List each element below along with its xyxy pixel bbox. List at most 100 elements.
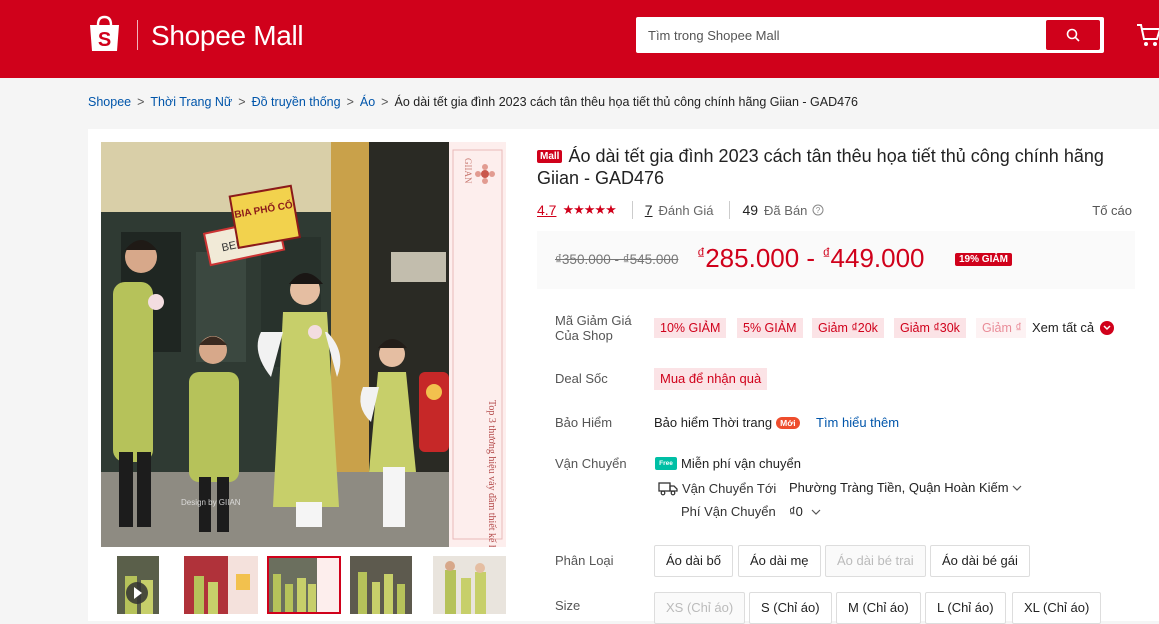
chevron-right-icon: > [346,95,354,109]
brand-vertical-text: GIIAN [463,158,473,184]
insurance-info: Bảo hiểm Thời trang Mới [654,415,800,430]
help-icon[interactable]: ? [812,204,824,216]
learn-more-link[interactable]: Tìm hiểu thêm [816,415,899,430]
see-all-vouchers[interactable]: Xem tất cả [1032,320,1115,335]
discount-badge: 19% GIẢM [955,253,1012,266]
free-shipping: Free Miễn phí vận chuyển [655,456,801,471]
deal-gift-button[interactable]: Mua để nhận quà [654,368,768,390]
breadcrumb: Shopee > Thời Trang Nữ > Đồ truyền thống > Áo >… [88,95,858,109]
size-m[interactable]: M (Chỉ áo) [836,592,921,624]
thumbnail-image [267,556,341,614]
size-s[interactable]: S (Chỉ áo) [749,592,832,624]
rating-value[interactable]: 4.7 [537,202,556,218]
search-icon [1066,28,1080,42]
price-low: 285.000 [705,243,800,273]
new-badge: Mới [776,416,800,429]
free-shipping-text: Miễn phí vận chuyển [681,456,801,471]
report-link[interactable]: Tố cáo [1092,203,1132,218]
variant-ao-dai-be-gai[interactable]: Áo dài bé gái [930,545,1030,577]
original-price: ₫350.000 - ₫545.000 [555,252,679,267]
ship-to-label: Vận Chuyển Tới [682,480,777,496]
voucher-20k[interactable]: Giảm ₫20k [812,318,884,338]
thumbnail-image [433,556,506,614]
deal-label: Deal Sốc [555,371,608,386]
voucher-30k[interactable]: Giảm ₫30k [894,318,966,338]
voucher-label: Mã Giảm Giá Của Shop [555,313,632,343]
chevron-right-icon: > [238,95,246,109]
product-title-text: Áo dài tết gia đình 2023 cách tân thêu h… [537,146,1104,188]
thumbnail-image [184,556,258,614]
breadcrumb-shopee[interactable]: Shopee [88,95,131,109]
shipping-location: Phường Tràng Tiền, Quận Hoàn Kiếm [789,480,1009,495]
divider [729,201,731,219]
thumbnail-image [350,556,412,614]
product-title: Mall Áo dài tết gia đình 2023 cách tân th… [537,145,1127,189]
variant-ao-dai-be-trai[interactable]: Áo dài bé trai [825,545,926,577]
thumbnail-image [117,556,159,614]
product-photo: BEER 23 BIA PHỐ CỔ [101,142,506,547]
size-xl[interactable]: XL (Chỉ áo) [1012,592,1102,624]
shipping-fee-dropdown[interactable]: ₫0 [789,504,821,519]
price-box: ₫350.000 - ₫545.000 ₫285.000 - ₫449.000 … [537,231,1135,289]
search-bar [636,17,1104,53]
see-all-label: Xem tất cả [1032,320,1095,335]
search-button[interactable] [1046,20,1100,50]
thumbnail-4[interactable] [350,556,412,614]
voucher-10-percent[interactable]: 10% GIẢM [654,318,727,338]
thumbnail-2[interactable] [184,556,258,614]
size-xs[interactable]: XS (Chỉ áo) [654,592,746,624]
shopee-mall-logo[interactable]: Shopee Mall [151,20,304,52]
svg-text:S: S [98,29,111,51]
truck-icon [658,482,678,496]
divider [631,201,633,219]
thumbnail-5[interactable] [433,556,506,614]
size-label: Size [555,598,581,613]
shipping-fee: ₫0 [789,504,803,519]
chevron-down-icon [1012,485,1022,491]
variant-label: Phân Loại [555,553,614,568]
sold-label: Đã Bán [764,202,808,218]
shipping-location-dropdown[interactable]: Phường Tràng Tiền, Quận Hoàn Kiếm [789,480,1022,495]
logo-separator [137,20,138,50]
breadcrumb-ao[interactable]: Áo [360,95,375,109]
rating-stars-icon: ★★★★★ [562,202,616,217]
watermark-text: Design by GIIAN [181,498,241,507]
thumbnail-video[interactable] [117,556,159,614]
site-header: S Shopee Mall [0,0,1159,78]
rating-row: 4.7 ★★★★★ 7 Đánh Giá 49 Đã Bán ? Tố cáo [537,200,1132,220]
free-shipping-icon: Free [655,457,677,470]
variant-ao-dai-me[interactable]: Áo dài mẹ [738,545,821,577]
thumbnail-strip [101,556,506,621]
product-main-image[interactable]: BEER 23 BIA PHỐ CỔ [101,142,506,547]
breadcrumb-current: Áo dài tết gia đình 2023 cách tân thêu h… [394,95,859,109]
mall-badge: Mall [537,150,563,163]
voucher-5-percent[interactable]: 5% GIẢM [737,318,803,338]
variant-ao-dai-bo[interactable]: Áo dài bố [654,545,733,577]
breadcrumb-thoi-trang-nu[interactable]: Thời Trang Nữ [150,95,232,109]
review-count[interactable]: 7 [645,202,653,218]
slogan-text: Top 3 thương hiệu váy đầm thiết kế hàng … [486,400,497,547]
chevron-down-icon [811,509,820,515]
breadcrumb-do-truyen-thong[interactable]: Đồ truyền thống [252,95,341,109]
chevron-right-icon: > [381,95,389,109]
price-separator: - [799,243,823,273]
voucher-partial[interactable]: Giảm ₫ [976,318,1026,338]
shipping-fee-label: Phí Vận Chuyển [681,504,776,519]
svg-text:?: ? [816,206,821,215]
shopee-bag-icon[interactable]: S [88,15,121,53]
sale-price: ₫285.000 - ₫449.000 [697,243,925,274]
price-high: 449.000 [830,243,925,273]
insurance-label: Bảo Hiểm [555,415,613,430]
review-label: Đánh Giá [658,202,714,218]
cart-icon[interactable] [1136,22,1159,48]
size-l[interactable]: L (Chỉ áo) [925,592,1006,624]
sold-count: 49 [742,202,759,218]
insurance-text: Bảo hiểm Thời trang [654,415,773,430]
search-input[interactable] [636,17,1041,53]
thumbnail-3[interactable] [267,556,341,614]
ship-to: Vận Chuyển Tới [658,480,776,496]
shipping-label: Vận Chuyển [555,456,627,471]
chevron-down-icon [1100,320,1115,335]
currency-symbol: ₫ [697,246,706,263]
currency-symbol: ₫ [822,246,831,263]
